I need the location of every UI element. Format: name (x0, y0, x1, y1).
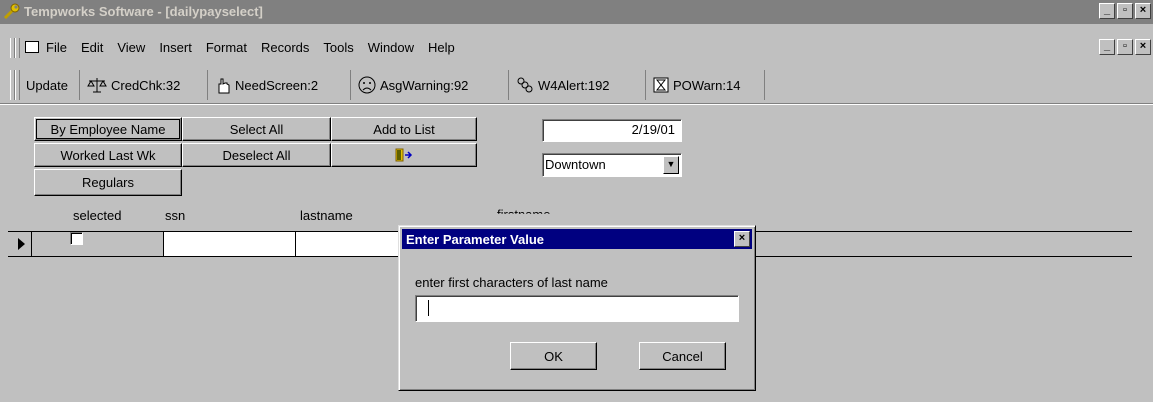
wrench-app-icon (3, 3, 20, 20)
exit-door-icon (395, 148, 413, 162)
doc-minimize-button[interactable]: _ (1099, 39, 1115, 55)
update-button[interactable]: Update (20, 70, 80, 100)
menu-bar: File Edit View Insert Format Records Too… (0, 36, 1153, 59)
add-to-list-button[interactable]: Add to List (331, 117, 477, 141)
enter-parameter-dialog: Enter Parameter Value × enter first char… (398, 225, 756, 391)
by-employee-name-button[interactable]: By Employee Name (34, 117, 182, 141)
menu-window[interactable]: Window (368, 40, 414, 55)
ok-button[interactable]: OK (510, 342, 597, 370)
menu-file[interactable]: File (46, 40, 67, 55)
hourglass-icon (653, 77, 669, 93)
exit-door-button[interactable] (331, 143, 477, 167)
menu-format[interactable]: Format (206, 40, 247, 55)
scales-icon (87, 78, 107, 93)
column-header-lastname: lastname (300, 208, 353, 223)
menu-tools[interactable]: Tools (323, 40, 353, 55)
w4alert-label: W4Alert:192 (538, 77, 610, 93)
hand-icon (218, 78, 230, 94)
w4alert-button[interactable]: W4Alert:192 (510, 70, 646, 100)
lastname-cell[interactable] (296, 232, 398, 256)
text-caret (428, 299, 429, 316)
location-dropdown[interactable]: Downtown ▼ (542, 153, 682, 177)
ssn-cell[interactable] (164, 232, 296, 256)
regulars-button[interactable]: Regulars (34, 169, 182, 196)
doc-restore-button[interactable]: ▫ (1117, 39, 1133, 55)
asgwarning-label: AsgWarning:92 (380, 77, 469, 93)
toolbar-separator (0, 103, 1153, 105)
column-header-ssn: ssn (165, 208, 186, 223)
alerts-toolbar: Update CredChk:32 NeedScreen:2 AsgWarnin… (0, 66, 1153, 102)
document-controls: _ ▫ × (1099, 39, 1151, 55)
update-label: Update (26, 77, 68, 93)
menu-help[interactable]: Help (428, 40, 455, 55)
window-controls: _ ▫ × (1099, 3, 1151, 19)
select-all-button[interactable]: Select All (182, 117, 331, 141)
column-header-selected: selected (73, 208, 122, 223)
dialog-prompt: enter first characters of last name (415, 275, 608, 290)
selected-checkbox[interactable] (70, 232, 83, 245)
frown-face-icon (358, 76, 376, 94)
dialog-title: Enter Parameter Value (406, 232, 545, 247)
date-field[interactable]: 2/19/01 (542, 119, 682, 142)
powarn-label: POWarn:14 (673, 77, 741, 93)
window-title: Tempworks Software - [dailypayselect] (24, 4, 263, 19)
selected-cell[interactable] (32, 231, 164, 256)
menu-grip[interactable] (15, 38, 20, 58)
column-header-firstname: firstname (497, 207, 551, 222)
menu-view[interactable]: View (117, 40, 145, 55)
restore-button[interactable]: ▫ (1117, 3, 1133, 19)
location-value: Downtown (545, 157, 606, 172)
needscreen-button[interactable]: NeedScreen:2 (209, 70, 351, 100)
asgwarning-button[interactable]: AsgWarning:92 (352, 70, 509, 100)
credchk-button[interactable]: CredChk:32 (81, 70, 208, 100)
needscreen-label: NeedScreen:2 (235, 77, 319, 93)
dialog-title-bar[interactable]: Enter Parameter Value × (402, 229, 752, 249)
powarn-button[interactable]: POWarn:14 (647, 70, 765, 100)
app-title-bar[interactable]: Tempworks Software - [dailypayselect] _ … (0, 0, 1153, 24)
menu-edit[interactable]: Edit (81, 40, 103, 55)
deselect-all-button[interactable]: Deselect All (182, 143, 331, 167)
chain-icon (517, 77, 533, 93)
record-selector[interactable] (8, 231, 32, 256)
parameter-input[interactable] (415, 295, 739, 322)
form-icon[interactable] (25, 41, 39, 53)
dialog-close-button[interactable]: × (734, 231, 750, 247)
worked-last-wk-button[interactable]: Worked Last Wk (34, 143, 182, 167)
doc-close-button[interactable]: × (1135, 39, 1151, 55)
minimize-button[interactable]: _ (1099, 3, 1115, 19)
cancel-button[interactable]: Cancel (639, 342, 726, 370)
menu-insert[interactable]: Insert (159, 40, 192, 55)
current-record-arrow-icon (18, 238, 25, 250)
dropdown-arrow-icon[interactable]: ▼ (663, 156, 679, 174)
menu-records[interactable]: Records (261, 40, 309, 55)
credchk-label: CredChk:32 (111, 77, 181, 93)
close-button[interactable]: × (1135, 3, 1151, 19)
